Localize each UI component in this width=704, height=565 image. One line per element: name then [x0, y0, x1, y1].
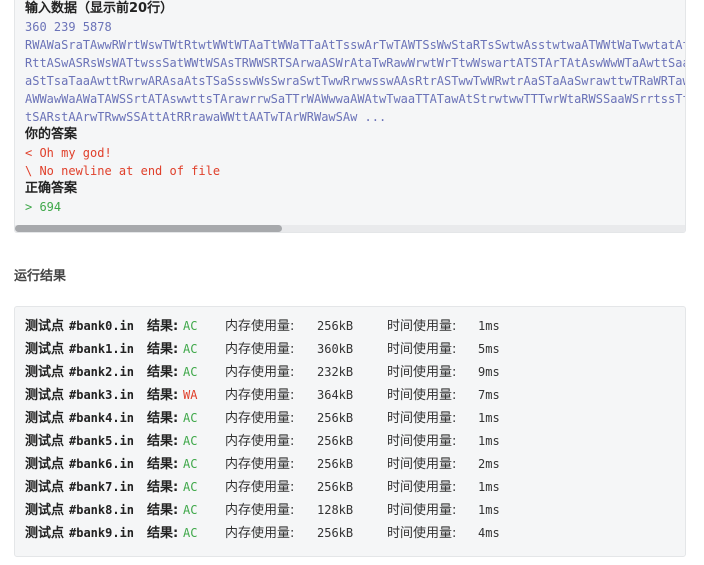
testpoint-label: 测试点	[25, 388, 65, 403]
time-value: 9ms	[478, 365, 500, 379]
result-label: 结果:	[147, 365, 179, 380]
testpoint-label: 测试点	[25, 526, 65, 541]
result-label: 结果:	[147, 342, 179, 357]
testpoint-label: 测试点	[25, 342, 65, 357]
memory-label: 内存使用量:	[225, 480, 295, 495]
your-answer-heading: 你的答案	[25, 127, 78, 142]
time-value: 5ms	[478, 342, 500, 356]
memory-label: 内存使用量:	[225, 434, 295, 449]
testpoint-label: 测试点	[25, 319, 65, 334]
testpoint-file: #bank4.in	[69, 411, 135, 425]
status-badge: AC	[183, 342, 198, 356]
time-value: 1ms	[478, 411, 500, 425]
horizontal-scrollbar[interactable]	[15, 225, 685, 232]
memory-label: 内存使用量:	[225, 457, 295, 472]
status-badge: AC	[183, 434, 198, 448]
testpoint-label: 测试点	[25, 365, 65, 380]
time-label: 时间使用量:	[387, 319, 457, 334]
time-label: 时间使用量:	[387, 526, 457, 541]
time-label: 时间使用量:	[387, 388, 457, 403]
time-label: 时间使用量:	[387, 457, 457, 472]
time-label: 时间使用量:	[387, 365, 457, 380]
status-badge: AC	[183, 480, 198, 494]
testpoint-file: #bank2.in	[69, 365, 135, 379]
your-answer-line: \ No newline at end of file	[25, 164, 221, 178]
memory-value: 256kB	[317, 457, 354, 471]
status-badge: WA	[183, 388, 198, 402]
testpoint-file: #bank8.in	[69, 503, 135, 517]
input-line: aStTsaTaaAwttRwrwARAsaAtsTSaSsswWsSwraSw…	[25, 74, 685, 88]
memory-value: 364kB	[317, 388, 354, 402]
testpoint-label: 测试点	[25, 434, 65, 449]
time-label: 时间使用量:	[387, 480, 457, 495]
time-value: 1ms	[478, 319, 500, 333]
time-label: 时间使用量:	[387, 411, 457, 426]
time-label: 时间使用量:	[387, 434, 457, 449]
testpoint-file: #bank5.in	[69, 434, 135, 448]
results-panel: 测试点 #bank0.in 结果: AC 内存使用量: 256kB 时间使用量:…	[14, 306, 686, 557]
testpoint-file: #bank3.in	[69, 388, 135, 402]
memory-value: 256kB	[317, 434, 354, 448]
status-badge: AC	[183, 503, 198, 517]
memory-label: 内存使用量:	[225, 503, 295, 518]
input-line: 360 239 5878	[25, 20, 112, 34]
memory-label: 内存使用量:	[225, 388, 295, 403]
input-line: RttASwASRsWsWATtwssSatWWtWSAsTRWWSRTSArw…	[25, 56, 685, 70]
status-badge: AC	[183, 526, 198, 540]
memory-value: 256kB	[317, 480, 354, 494]
memory-value: 256kB	[317, 526, 354, 540]
testpoint-label: 测试点	[25, 480, 65, 495]
time-value: 7ms	[478, 388, 500, 402]
time-value: 4ms	[478, 526, 500, 540]
memory-label: 内存使用量:	[225, 342, 295, 357]
io-panel: 输入数据（显示前20行） 360 239 5878 RWAWaSraTAwwRW…	[14, 0, 686, 233]
time-value: 1ms	[478, 503, 500, 517]
testpoint-file: #bank7.in	[69, 480, 135, 494]
testpoint-file: #bank6.in	[69, 457, 135, 471]
testpoint-label: 测试点	[25, 411, 65, 426]
your-answer-line: < Oh my god!	[25, 146, 112, 160]
time-label: 时间使用量:	[387, 342, 457, 357]
time-value: 1ms	[478, 434, 500, 448]
testpoint-file: #bank0.in	[69, 319, 135, 333]
testpoint-file: #bank9.in	[69, 526, 135, 540]
memory-label: 内存使用量:	[225, 411, 295, 426]
results-heading: 运行结果	[14, 269, 67, 284]
testpoint-file: #bank1.in	[69, 342, 135, 356]
memory-label: 内存使用量:	[225, 319, 295, 334]
time-label: 时间使用量:	[387, 503, 457, 518]
memory-value: 232kB	[317, 365, 354, 379]
memory-value: 360kB	[317, 342, 354, 356]
time-value: 1ms	[478, 480, 500, 494]
status-badge: AC	[183, 411, 198, 425]
result-label: 结果:	[147, 503, 179, 518]
result-label: 结果:	[147, 411, 179, 426]
input-line: tSARstAArwTRwwSSAttAtRRrawaWWttAATwTArWR…	[25, 110, 387, 124]
memory-value: 256kB	[317, 319, 354, 333]
correct-answer-line: > 694	[25, 200, 62, 214]
testpoint-label: 测试点	[25, 503, 65, 518]
status-badge: AC	[183, 365, 198, 379]
memory-value: 128kB	[317, 503, 354, 517]
result-label: 结果:	[147, 319, 179, 334]
memory-value: 256kB	[317, 411, 354, 425]
memory-label: 内存使用量:	[225, 526, 295, 541]
time-value: 2ms	[478, 457, 500, 471]
status-badge: AC	[183, 319, 198, 333]
input-line: RWAWaSraTAwwRWrtWswTWtRtwtWWtWTAaTtWWaTT…	[25, 38, 685, 52]
result-label: 结果:	[147, 457, 179, 472]
input-line: AWWawWaAWaTAWSSrtATAswwttsTArawrrwSaTTrW…	[25, 92, 685, 106]
memory-label: 内存使用量:	[225, 365, 295, 380]
scrollbar-thumb[interactable]	[15, 225, 282, 232]
testpoint-label: 测试点	[25, 457, 65, 472]
correct-answer-heading: 正确答案	[25, 181, 78, 196]
result-label: 结果:	[147, 434, 179, 449]
result-label: 结果:	[147, 480, 179, 495]
result-label: 结果:	[147, 526, 179, 541]
input-data-heading: 输入数据（显示前20行）	[25, 1, 174, 16]
result-label: 结果:	[147, 388, 179, 403]
status-badge: AC	[183, 457, 198, 471]
